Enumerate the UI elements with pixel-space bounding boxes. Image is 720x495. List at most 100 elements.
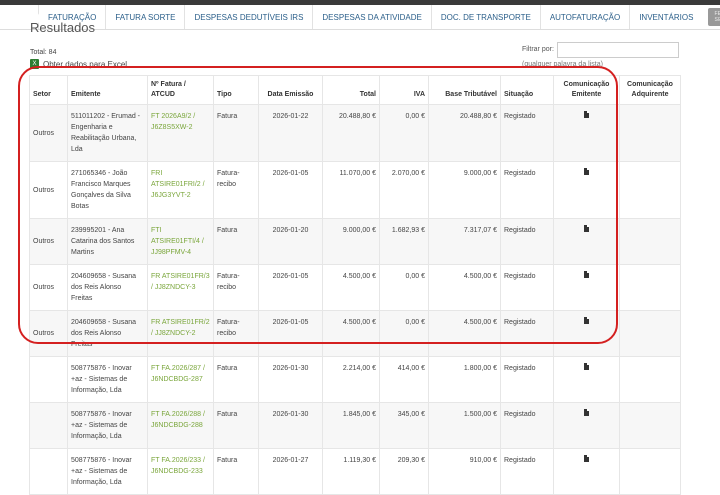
tipo-cell: Fatura	[213, 448, 259, 495]
fatura-link[interactable]: FT FA.2026/288 / J6NDCBDG-288	[147, 402, 214, 449]
col-tipo[interactable]: Tipo	[213, 75, 259, 105]
fatura-link[interactable]: FT 2026A9/2 / J6Z8S5XW-2	[147, 104, 214, 162]
iva-cell: 0,00 €	[379, 264, 429, 311]
table-row[interactable]: Outros 204609658 - Susana dos Reis Alonso…	[29, 264, 681, 311]
fatura-link[interactable]: FT FA.2026/233 / J6NDCBDG-233	[147, 448, 214, 495]
data-cell: 2026-01-05	[258, 161, 323, 219]
nav-fatura-sorte[interactable]: FATURA SORTE	[105, 5, 184, 29]
comunicacao-emitente-cell	[553, 356, 620, 403]
export-excel-label[interactable]: Obter dados para Excel	[43, 60, 127, 69]
col-data[interactable]: Data Emissão	[258, 75, 323, 105]
data-cell: 2026-01-30	[258, 402, 323, 449]
emitente-cell: 511011202 - Erumad - Engenharia e Reabil…	[67, 104, 148, 162]
filter-hint: (qualquer palavra da lista)	[522, 61, 603, 68]
fatura-link[interactable]: FRI ATSIRE01FRI/2 / J6JG3YVT-2	[147, 161, 214, 219]
comunicacao-adquirente-cell	[619, 356, 681, 403]
document-icon[interactable]	[584, 363, 589, 370]
nav-despesas-dedutiveis[interactable]: DESPESAS DEDUTÍVEIS IRS	[184, 5, 312, 29]
total-cell: 20.488,80 €	[322, 104, 380, 162]
document-icon[interactable]	[584, 225, 589, 232]
document-icon[interactable]	[584, 168, 589, 175]
document-icon[interactable]	[584, 111, 589, 118]
data-cell: 2026-01-20	[258, 218, 323, 265]
nav-despesas-atividade[interactable]: DESPESAS DA ATIVIDADE	[312, 5, 430, 29]
base-cell: 4.500,00 €	[428, 264, 501, 311]
nav-inventarios[interactable]: INVENTÁRIOS	[629, 5, 702, 29]
base-cell: 20.488,80 €	[428, 104, 501, 162]
iva-cell: 2.070,00 €	[379, 161, 429, 219]
comunicacao-adquirente-cell	[619, 161, 681, 219]
table-row[interactable]: Outros 511011202 - Erumad - Engenharia e …	[29, 104, 681, 162]
col-emitente[interactable]: Emitente	[67, 75, 148, 105]
col-situacao[interactable]: Situação	[500, 75, 554, 105]
comunicacao-emitente-cell	[553, 104, 620, 162]
table-row[interactable]: 508775876 - Inovar +az - Sistemas de Inf…	[29, 402, 681, 449]
comunicacao-adquirente-cell	[619, 264, 681, 311]
col-com-emitente[interactable]: Comunicação Emitente	[553, 75, 620, 105]
fatura-link[interactable]: FTI ATSIRE01FTI/4 / JJ98PFMV-4	[147, 218, 214, 265]
tipo-cell: Fatura	[213, 356, 259, 403]
fatura-link[interactable]: FT FA.2026/287 / J6NDCBDG-287	[147, 356, 214, 403]
iva-cell: 345,00 €	[379, 402, 429, 449]
total-cell: 4.500,00 €	[322, 310, 380, 357]
results-table: Setor Emitente Nº Fatura / ATCUD Tipo Da…	[29, 75, 681, 495]
total-cell: 9.000,00 €	[322, 218, 380, 265]
tipo-cell: Fatura	[213, 402, 259, 449]
situacao-cell: Registado	[500, 264, 554, 311]
situacao-cell: Registado	[500, 218, 554, 265]
tipo-cell: Fatura-recibo	[213, 161, 259, 219]
col-total[interactable]: Total	[322, 75, 380, 105]
col-com-adquirente[interactable]: Comunicação Adquirente	[619, 75, 681, 105]
col-iva[interactable]: IVA	[379, 75, 429, 105]
table-row[interactable]: 508775876 - Inovar +az - Sistemas de Inf…	[29, 356, 681, 403]
table-row[interactable]: Outros 271065346 - João Francisco Marques…	[29, 161, 681, 219]
base-cell: 9.000,00 €	[428, 161, 501, 219]
comunicacao-emitente-cell	[553, 402, 620, 449]
setor-cell: Outros	[29, 264, 68, 311]
comunicacao-adquirente-cell	[619, 448, 681, 495]
nav-autofaturacao[interactable]: AUTOFATURAÇÃO	[539, 5, 629, 29]
emitente-cell: 271065346 - João Francisco Marques Gonça…	[67, 161, 148, 219]
setor-cell: Outros	[29, 104, 68, 162]
emitente-cell: 508775876 - Inovar +az - Sistemas de Inf…	[67, 402, 148, 449]
table-row[interactable]: 508775876 - Inovar +az - Sistemas de Inf…	[29, 448, 681, 495]
iva-cell: 0,00 €	[379, 104, 429, 162]
data-cell: 2026-01-05	[258, 264, 323, 311]
tipo-cell: Fatura	[213, 218, 259, 265]
fatura-link[interactable]: FR ATSIRE01FR/3 / JJ8ZNDCY-3	[147, 264, 214, 311]
comunicacao-adquirente-cell	[619, 310, 681, 357]
comunicacao-emitente-cell	[553, 218, 620, 265]
comunicacao-emitente-cell	[553, 448, 620, 495]
logout-button[interactable]: FECHAR SESSÃO	[708, 8, 720, 26]
setor-cell	[29, 448, 68, 495]
document-icon[interactable]	[584, 317, 589, 324]
col-setor[interactable]: Setor	[29, 75, 68, 105]
setor-cell: Outros	[29, 310, 68, 357]
document-icon[interactable]	[584, 409, 589, 416]
tipo-cell: Fatura-recibo	[213, 310, 259, 357]
comunicacao-adquirente-cell	[619, 402, 681, 449]
table-row[interactable]: Outros 204609658 - Susana dos Reis Alonso…	[29, 310, 681, 357]
situacao-cell: Registado	[500, 161, 554, 219]
comunicacao-emitente-cell	[553, 310, 620, 357]
document-icon[interactable]	[584, 271, 589, 278]
nav-doc-transporte[interactable]: DOC. DE TRANSPORTE	[430, 5, 540, 29]
col-fatura[interactable]: Nº Fatura / ATCUD	[147, 75, 214, 105]
page-title: Resultados	[30, 20, 96, 35]
filter-input[interactable]	[557, 42, 679, 58]
col-base[interactable]: Base Tributável	[428, 75, 501, 105]
situacao-cell: Registado	[500, 448, 554, 495]
document-icon[interactable]	[584, 455, 589, 462]
total-cell: 1.845,00 €	[322, 402, 380, 449]
table-row[interactable]: Outros 239995201 - Ana Catarina dos Santo…	[29, 218, 681, 265]
fatura-link[interactable]: FR ATSIRE01FR/2 / JJ8ZNDCY-2	[147, 310, 214, 357]
table-header-row: Setor Emitente Nº Fatura / ATCUD Tipo Da…	[29, 75, 681, 105]
comunicacao-adquirente-cell	[619, 104, 681, 162]
emitente-cell: 204609658 - Susana dos Reis Alonso Freit…	[67, 264, 148, 311]
export-excel-link[interactable]: X Obter dados para Excel	[30, 59, 127, 69]
iva-cell: 1.682,93 €	[379, 218, 429, 265]
filter-label: Filtrar por:	[522, 46, 554, 53]
base-cell: 4.500,00 €	[428, 310, 501, 357]
total-cell: 11.070,00 €	[322, 161, 380, 219]
data-cell: 2026-01-27	[258, 448, 323, 495]
